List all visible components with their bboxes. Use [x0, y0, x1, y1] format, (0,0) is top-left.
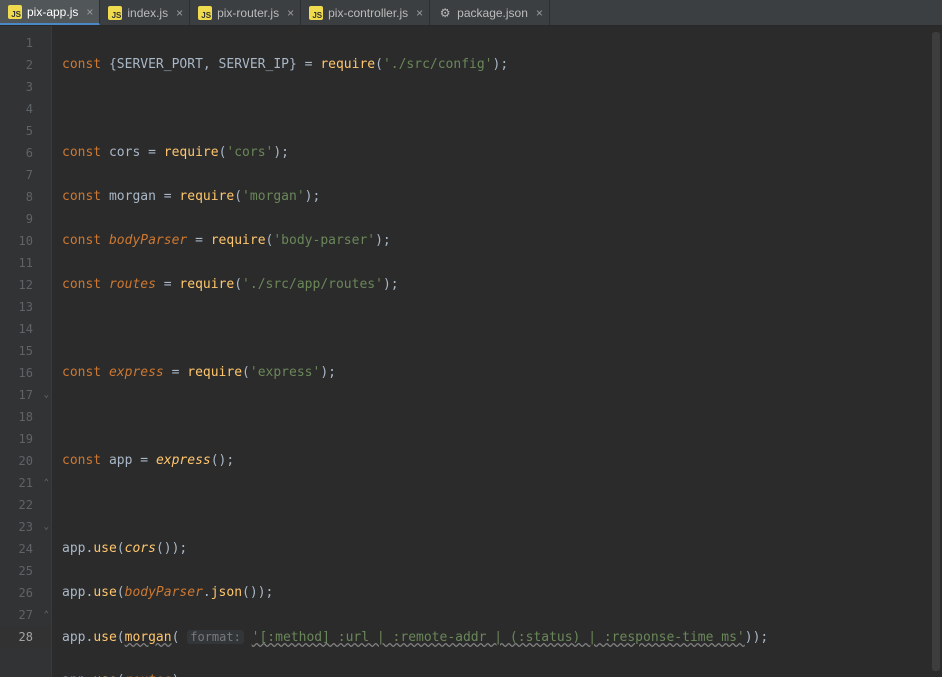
fold-down-icon[interactable]: ⌄: [44, 384, 49, 406]
line-number[interactable]: 26: [0, 582, 51, 604]
vertical-scrollbar[interactable]: [932, 32, 940, 671]
line-number[interactable]: 11: [0, 252, 51, 274]
line-number[interactable]: 2: [0, 54, 51, 76]
line-number[interactable]: 21⌃: [0, 472, 51, 494]
scrollbar-thumb[interactable]: [932, 32, 940, 671]
param-hint: format:: [187, 630, 244, 644]
close-icon[interactable]: ×: [536, 7, 543, 19]
tab-pix-app[interactable]: JS pix-app.js ×: [0, 0, 100, 25]
fold-down-icon[interactable]: ⌄: [44, 516, 49, 538]
tab-bar: JS pix-app.js × JS index.js × JS pix-rou…: [0, 0, 942, 26]
json-icon: ⚙: [438, 6, 452, 20]
tab-pix-controller[interactable]: JS pix-controller.js ×: [301, 0, 430, 25]
tab-label: pix-router.js: [217, 6, 279, 20]
line-number[interactable]: 1: [0, 32, 51, 54]
code-area[interactable]: const {SERVER_PORT, SERVER_IP} = require…: [52, 26, 942, 677]
tab-pix-router[interactable]: JS pix-router.js ×: [190, 0, 301, 25]
js-icon: JS: [8, 5, 22, 19]
line-number[interactable]: 12: [0, 274, 51, 296]
close-icon[interactable]: ×: [287, 7, 294, 19]
line-number[interactable]: 20: [0, 450, 51, 472]
line-number[interactable]: 25: [0, 560, 51, 582]
tab-package-json[interactable]: ⚙ package.json ×: [430, 0, 550, 25]
line-number[interactable]: 16: [0, 362, 51, 384]
line-number[interactable]: 7: [0, 164, 51, 186]
tab-label: package.json: [457, 6, 528, 20]
line-number[interactable]: 3: [0, 76, 51, 98]
line-number[interactable]: 28: [0, 626, 51, 648]
line-number[interactable]: 23⌄: [0, 516, 51, 538]
line-number-gutter[interactable]: 1234567891011121314151617⌄18192021⌃2223⌄…: [0, 26, 52, 677]
close-icon[interactable]: ×: [176, 7, 183, 19]
line-number[interactable]: 9: [0, 208, 51, 230]
line-number[interactable]: 27⌃: [0, 604, 51, 626]
line-number[interactable]: 6: [0, 142, 51, 164]
js-icon: JS: [108, 6, 122, 20]
close-icon[interactable]: ×: [416, 7, 423, 19]
line-number[interactable]: 14: [0, 318, 51, 340]
code-editor[interactable]: 1234567891011121314151617⌄18192021⌃2223⌄…: [0, 26, 942, 677]
tab-label: pix-controller.js: [328, 6, 408, 20]
line-number[interactable]: 5: [0, 120, 51, 142]
line-number[interactable]: 15: [0, 340, 51, 362]
fold-up-icon[interactable]: ⌃: [44, 472, 49, 494]
line-number[interactable]: 13: [0, 296, 51, 318]
line-number[interactable]: 4: [0, 98, 51, 120]
tab-label: pix-app.js: [27, 5, 78, 19]
line-number[interactable]: 19: [0, 428, 51, 450]
js-icon: JS: [198, 6, 212, 20]
line-number[interactable]: 10: [0, 230, 51, 252]
line-number[interactable]: 8: [0, 186, 51, 208]
js-icon: JS: [309, 6, 323, 20]
tab-index[interactable]: JS index.js ×: [100, 0, 190, 25]
tab-label: index.js: [127, 6, 168, 20]
fold-up-icon[interactable]: ⌃: [44, 604, 49, 626]
line-number[interactable]: 24: [0, 538, 51, 560]
line-number[interactable]: 22: [0, 494, 51, 516]
line-number[interactable]: 18: [0, 406, 51, 428]
line-number[interactable]: 17⌄: [0, 384, 51, 406]
close-icon[interactable]: ×: [86, 6, 93, 18]
